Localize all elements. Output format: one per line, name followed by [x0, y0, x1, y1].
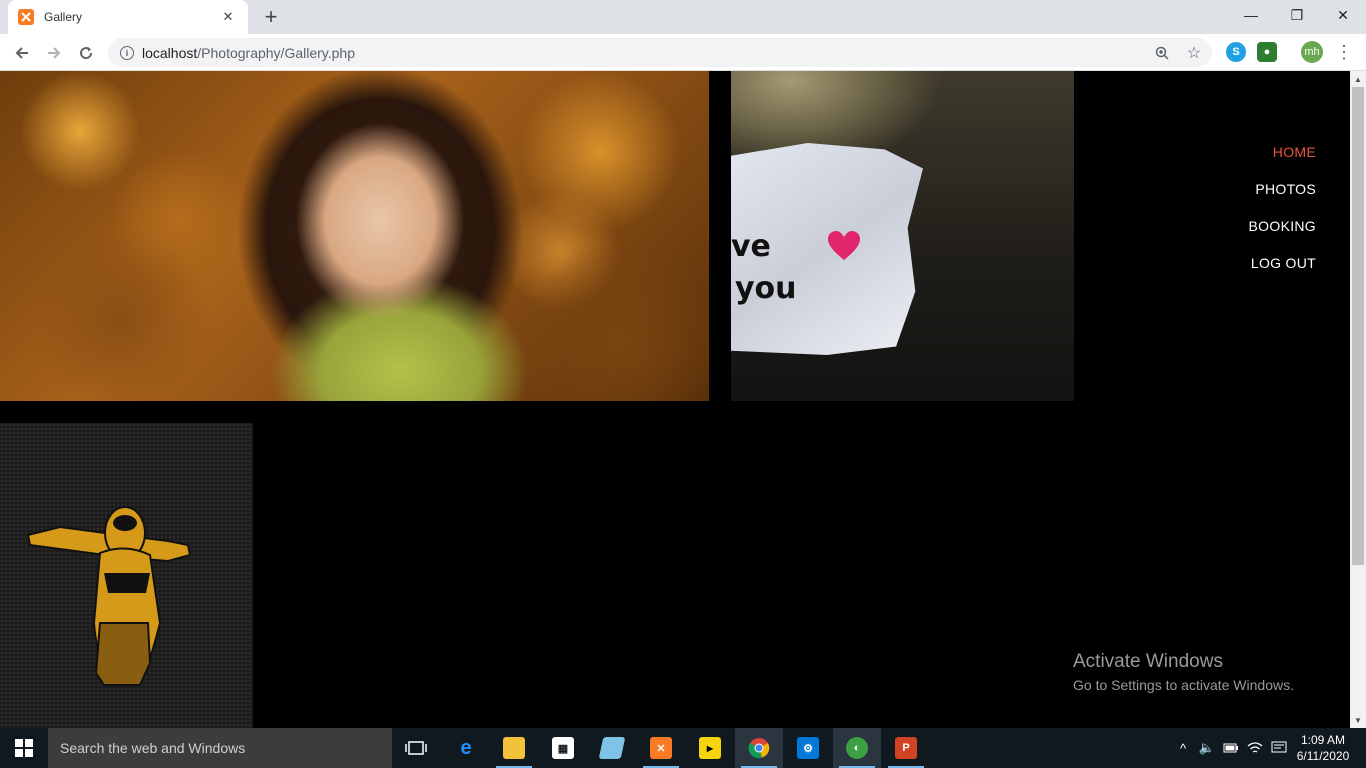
- network-app-icon[interactable]: ◐: [833, 728, 881, 768]
- nav-logout-link[interactable]: LOG OUT: [1249, 254, 1316, 291]
- scrollbar-thumb[interactable]: [1352, 87, 1364, 565]
- xampp-icon[interactable]: ✕: [637, 728, 685, 768]
- paper-text-line1: ve: [731, 229, 771, 264]
- browser-tab[interactable]: Gallery ✕: [8, 0, 248, 34]
- site-info-icon[interactable]: i: [120, 45, 134, 60]
- back-button[interactable]: [8, 39, 36, 67]
- player-icon[interactable]: ▶: [686, 728, 734, 768]
- window-close-button[interactable]: ✕: [1320, 0, 1366, 30]
- zoom-icon[interactable]: [1148, 38, 1176, 67]
- mona-lisa-stencil-icon: [26, 506, 192, 687]
- bookmark-star-icon[interactable]: ☆: [1180, 38, 1208, 67]
- nav-home-link[interactable]: HOME: [1249, 143, 1316, 180]
- task-view-icon[interactable]: [392, 728, 440, 768]
- chrome-icon[interactable]: [735, 728, 783, 768]
- page-scrollbar[interactable]: ▲ ▼: [1350, 71, 1366, 728]
- new-tab-button[interactable]: +: [258, 4, 284, 30]
- gallery-page: ve you HOME PHOTOS BOOKING LOG OUT: [0, 71, 1350, 728]
- file-explorer-icon[interactable]: [490, 728, 538, 768]
- app-icon[interactable]: [588, 728, 636, 768]
- gallery-photo-girl-in-leaves[interactable]: [0, 71, 709, 401]
- taskbar-search-box[interactable]: Search the web and Windows: [48, 728, 392, 768]
- store-icon[interactable]: ▦: [539, 728, 587, 768]
- watermark-title: Activate Windows: [1073, 651, 1223, 672]
- gallery-photo-love-note[interactable]: ve you: [731, 71, 1074, 401]
- tab-title: Gallery: [44, 10, 83, 24]
- volume-icon[interactable]: 🔈: [1196, 728, 1218, 768]
- battery-icon[interactable]: [1220, 728, 1242, 768]
- windows-taskbar: Search the web and Windows e ▦ ✕ ▶ ⚙ ◐ P…: [0, 728, 1366, 768]
- browser-tab-strip: Gallery ✕ + — ❐ ✕: [0, 0, 1366, 34]
- address-bar[interactable]: i localhost/Photography/Gallery.php ☆: [108, 38, 1212, 67]
- scroll-up-icon[interactable]: ▲: [1350, 71, 1366, 87]
- paper-text-line2: you: [735, 271, 797, 306]
- url-text: localhost/Photography/Gallery.php: [142, 44, 355, 61]
- heart-icon: [828, 231, 860, 260]
- extension-icon[interactable]: ●: [1257, 42, 1277, 62]
- clock-time: 1:09 AM: [1300, 733, 1346, 747]
- tab-close-icon[interactable]: ✕: [218, 9, 238, 25]
- activate-windows-watermark: Activate Windows Go to Settings to activ…: [1073, 651, 1294, 693]
- scroll-down-icon[interactable]: ▼: [1350, 712, 1366, 728]
- restore-button[interactable]: ❐: [1274, 0, 1320, 30]
- skype-extension-icon[interactable]: S: [1226, 42, 1246, 62]
- minimize-button[interactable]: —: [1228, 0, 1274, 30]
- edge-icon[interactable]: e: [442, 728, 490, 768]
- xampp-favicon-icon: [18, 9, 34, 25]
- watermark-subtitle: Go to Settings to activate Windows.: [1073, 677, 1294, 693]
- start-button[interactable]: [0, 728, 48, 768]
- powerpoint-icon[interactable]: P: [882, 728, 930, 768]
- main-nav: HOME PHOTOS BOOKING LOG OUT: [1249, 143, 1316, 291]
- taskbar-clock[interactable]: 1:09 AM 6/11/2020: [1290, 732, 1356, 764]
- browser-menu-icon[interactable]: ⋮: [1334, 41, 1354, 63]
- browser-toolbar: i localhost/Photography/Gallery.php ☆ S …: [0, 34, 1366, 71]
- clock-date: 6/11/2020: [1296, 749, 1350, 763]
- nav-booking-link[interactable]: BOOKING: [1249, 217, 1316, 254]
- settings-icon[interactable]: ⚙: [784, 728, 832, 768]
- reload-button[interactable]: [72, 39, 100, 67]
- show-hidden-icons[interactable]: ^: [1172, 728, 1194, 768]
- windows-logo-icon: [15, 739, 33, 757]
- action-center-icon[interactable]: [1268, 728, 1290, 768]
- wifi-icon[interactable]: [1244, 728, 1266, 768]
- profile-avatar[interactable]: mh: [1301, 41, 1323, 63]
- gallery-photo-mona-lisa-bazooka[interactable]: [0, 423, 253, 728]
- nav-photos-link[interactable]: PHOTOS: [1249, 180, 1316, 217]
- forward-button[interactable]: [40, 39, 68, 67]
